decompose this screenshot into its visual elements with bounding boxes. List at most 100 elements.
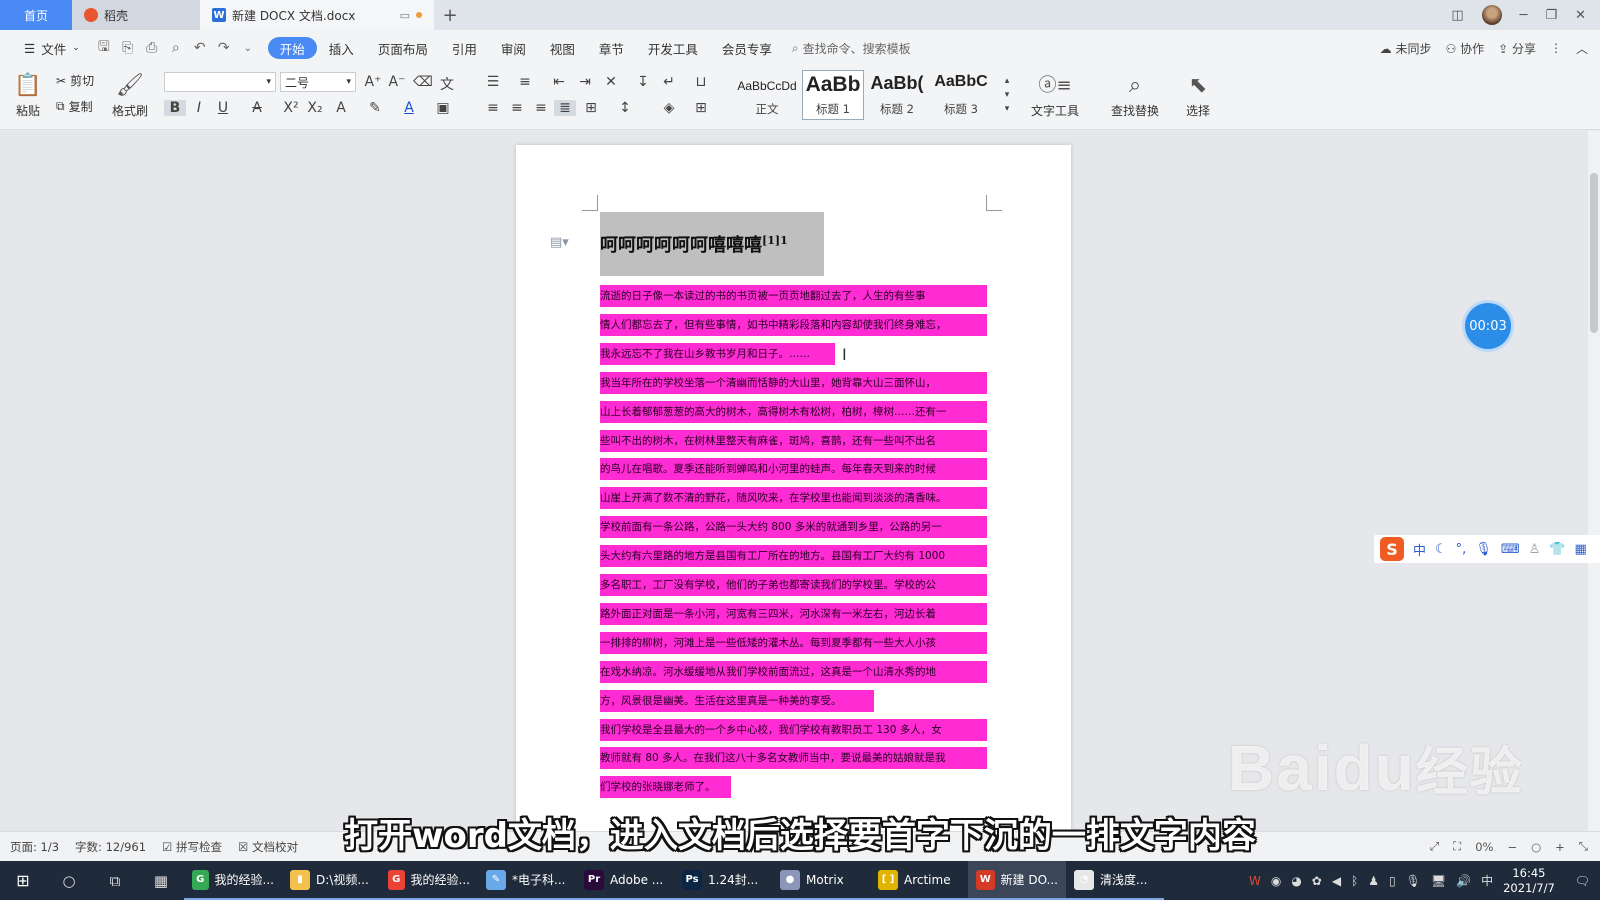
style-heading-1[interactable]: AaBb 标题 1 [802,70,864,120]
taskbar-app[interactable]: G 我的经验... [184,861,282,900]
align-center-icon[interactable]: ≡ [506,100,528,116]
menu-tab-member[interactable]: 会员专享 [710,37,784,59]
text-effect-icon[interactable]: A [330,100,352,116]
taskbar-app[interactable]: [ ] Arctime [870,861,968,900]
command-search[interactable]: ⌕ 查找命令、搜索模板 [792,40,911,57]
document-title[interactable]: 呵呵呵呵呵呵嘻嘻嘻[1]1 [600,231,788,257]
distributed-icon[interactable]: ⊞ [580,100,602,116]
style-heading-2[interactable]: AaBb( 标题 2 [866,70,928,120]
align-right-icon[interactable]: ≡ [530,100,552,116]
vertical-scrollbar[interactable] [1588,131,1600,831]
close-icon[interactable]: ✕ [1575,8,1586,23]
share-button[interactable]: ⇪ 分享 [1498,40,1536,57]
collapse-ribbon-icon[interactable]: ︿ [1576,40,1588,57]
pinned-photo-icon[interactable]: ▦ [138,872,184,890]
body-line[interactable]: 学校前面有一条公路，公路一头大约 800 多米的就通到乡里，公路的另一 [600,516,987,539]
taskbar-app[interactable]: G 我的经验... [380,861,478,900]
bluetooth-icon[interactable]: ᛒ [1351,874,1358,888]
line-spacing-icon[interactable]: ↕ [614,100,636,116]
body-line[interactable]: 在戏水纳凉。河水缓缓地从我们学校前面流过，这真是一个山清水秀的地 [600,660,987,683]
borders-icon[interactable]: ⊞ [690,100,712,116]
file-menu[interactable]: ☰ 文件 ⌄ [12,37,92,59]
tray-app-icon[interactable]: ◀ [1332,874,1341,888]
menu-tab-review[interactable]: 审阅 [489,37,538,59]
network-icon[interactable]: 🖥 [1431,874,1446,888]
format-painter-button[interactable]: 🖌 格式刷 [110,70,150,122]
body-line[interactable]: 头大约有六里路的地方是县国有工厂所在的地方。县国有工厂大约有 1000 [600,545,987,568]
taskbar-app[interactable]: ✎ *电子科... [478,861,576,900]
style-normal[interactable]: AaBbCcDd 正文 [736,70,798,120]
collab-button[interactable]: ⚇ 协作 [1445,40,1484,57]
style-heading-3[interactable]: AaBbC 标题 3 [930,70,992,120]
minimize-icon[interactable]: ─ [1520,8,1528,23]
tray-app-icon[interactable]: ◕ [1291,874,1301,888]
menu-tab-start[interactable]: 开始 [267,37,317,59]
microphone-icon[interactable]: 🎙 [1475,542,1492,557]
taskbar-app[interactable]: Ps 1.24封... [674,861,772,900]
taskbar-app[interactable]: ● Motrix [772,861,870,900]
sync-button[interactable]: ☁ 未同步 [1380,40,1432,57]
bullet-list-icon[interactable]: ☰ [482,74,504,90]
shrink-font-icon[interactable]: A⁻ [386,74,408,90]
layout-icon[interactable]: ◫ [1451,8,1463,23]
export-icon[interactable]: ⎘ [116,40,140,56]
more-icon[interactable]: ⋮ [1550,41,1562,55]
tray-app-icon[interactable]: ♟ [1368,874,1379,888]
tab-daoke[interactable]: 稻壳 [72,0,200,30]
notification-icon[interactable]: 🗨 [1575,874,1590,888]
volume-icon[interactable]: 🔊 [1456,874,1471,888]
tray-app-icon[interactable]: ◉ [1271,874,1281,888]
body-line[interactable]: 流逝的日子像一本读过的书的书页被一页页地翻过去了，人生的有些事 [600,285,987,307]
body-line[interactable]: 我当年所在的学校坐落一个清幽而恬静的大山里，她背靠大山三面怀山， [600,371,987,394]
paragraph-options-icon[interactable]: ▤▾ [550,235,569,250]
windows-start-icon[interactable]: ⊞ [0,871,46,890]
scrollbar-thumb[interactable] [1590,173,1598,333]
body-line[interactable]: 的鸟儿在唱歌。夏季还能听到蝉鸣和小河里的蛙声。每年春天到来的时候 [600,458,987,481]
sogou-logo-icon[interactable]: S [1380,537,1404,561]
clear-format-icon[interactable]: ⌫ [412,74,434,90]
bold-icon[interactable]: B [164,100,186,116]
char-border-icon[interactable]: ▣ [432,100,454,116]
save-icon[interactable]: 🖫 [92,36,116,60]
grow-font-icon[interactable]: A⁺ [362,74,384,90]
chinese-layout-icon[interactable]: ✕ [600,74,622,90]
italic-icon[interactable]: I [188,100,210,116]
strikethrough-icon[interactable]: A [246,100,268,116]
footnote-ref[interactable]: [1] [762,234,780,247]
paste-button[interactable]: 📋 粘贴 [10,70,46,122]
tab-home[interactable]: 首页 [0,0,72,30]
body-line[interactable]: 方，风景很是幽美。生活在这里真是一种美的享受。 [600,689,874,712]
wps-tray-icon[interactable]: W [1249,874,1261,888]
tab-document[interactable]: W 新建 DOCX 文档.docx ▭ [200,0,434,30]
sort-icon[interactable]: ↧ [632,74,654,90]
find-replace-button[interactable]: ⌕ 查找替换 [1104,70,1166,122]
ime-toolbar[interactable]: S 中 ☾ °, 🎙 ⌨ ♙ 👕 ▦ [1374,535,1600,563]
subscript-icon[interactable]: X₂ [304,100,326,116]
select-button[interactable]: ⬉ 选择 [1176,70,1220,122]
print-preview-icon[interactable]: ⌕ [164,40,188,56]
body-line[interactable]: 些叫不出的树木，在树林里整天有麻雀，斑鸠，喜鹊，还有一些叫不出名 [600,429,987,452]
font-size-select[interactable]: 二号 ▾ [280,72,356,92]
menu-tab-insert[interactable]: 插入 [317,37,366,59]
body-line[interactable]: 们学校的张晓娜老师了。 [600,776,731,799]
show-marks-icon[interactable]: ↵ [658,74,680,90]
undo-icon[interactable]: ↶ [188,40,212,56]
styles-scroll-icon[interactable]: ▴ ▾ ▾ [996,74,1018,116]
avatar[interactable] [1481,5,1502,25]
quick-access-more-icon[interactable]: ⌄ [236,43,260,54]
ime-language[interactable]: 中 [1413,540,1426,559]
recording-timer[interactable]: 00:03 [1465,303,1511,349]
redo-icon[interactable]: ↷ [212,40,236,56]
body-line[interactable]: 一排排的柳树，河滩上是一些低矮的灌木丛。每到夏季都有一些大人小孩 [600,631,987,654]
numbered-list-icon[interactable]: ≡ [514,74,536,90]
menu-tab-developer[interactable]: 开发工具 [636,37,710,59]
document-page[interactable]: ▤▾ 呵呵呵呵呵呵嘻嘻嘻[1]1 流逝的日子像一本读过的书的书页被一页页地翻过去… [516,145,1071,831]
shading-icon[interactable]: ◈ [658,100,680,116]
tray-app-icon[interactable]: ✿ [1312,874,1322,888]
font-name-select[interactable]: ▾ [164,72,276,92]
menu-tab-layout[interactable]: 页面布局 [366,37,440,59]
body-line[interactable]: 多名职工，工厂没有学校，他们的子弟也都寄读我们的学校里。学校的公 [600,574,987,596]
body-line[interactable]: 路外面正对面是一条小河，河宽有三四米，河水深有一米左右，河边长着 [600,602,987,625]
moon-icon[interactable]: ☾ [1435,542,1447,557]
justify-icon[interactable]: ≣ [554,100,576,116]
